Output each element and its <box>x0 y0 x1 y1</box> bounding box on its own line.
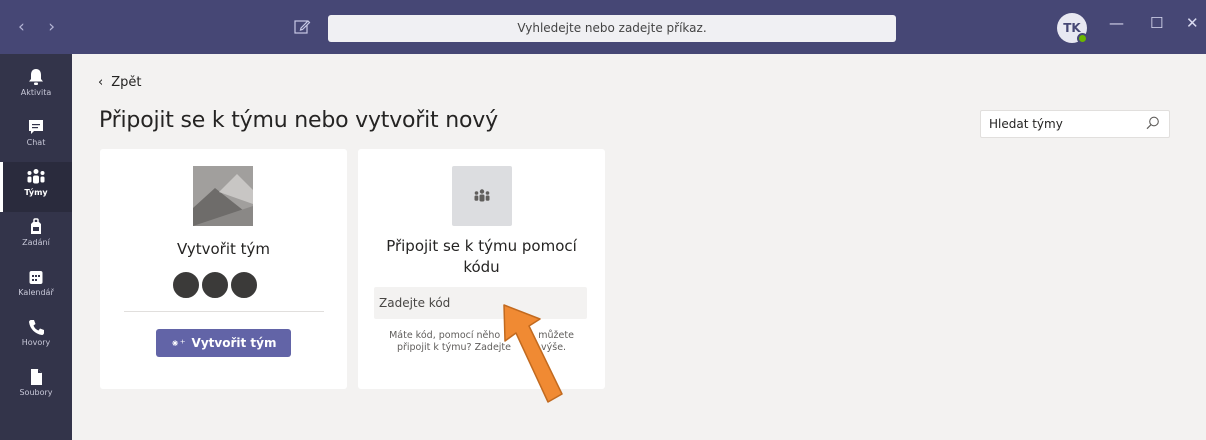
rail-label: Chat <box>26 138 46 147</box>
page-title: Připojit se k týmu nebo vytvořit nový <box>99 108 498 133</box>
phone-icon <box>29 320 44 335</box>
rail-item-assignments[interactable]: Zadání <box>0 212 72 262</box>
add-team-icon: ⁕⁺ <box>170 337 186 350</box>
forward-arrow-icon[interactable]: › <box>48 17 55 37</box>
create-team-button-label: Vytvořit tým <box>191 336 277 350</box>
calendar-icon <box>29 271 43 284</box>
create-team-button[interactable]: ⁕⁺ Vytvořit tým <box>156 329 291 357</box>
card-divider <box>124 311 324 312</box>
files-icon <box>31 369 42 385</box>
join-team-title: Připojit se k týmu pomocí kódu <box>358 236 605 278</box>
command-search-input[interactable]: Vyhledejte nebo zadejte příkaz. <box>328 15 896 42</box>
member-avatar <box>171 270 201 300</box>
chat-icon <box>29 120 43 134</box>
join-code-image <box>452 166 512 226</box>
back-label: Zpět <box>111 75 142 90</box>
rail-item-calendar[interactable]: Kalendář <box>0 262 72 312</box>
join-title-line1: Připojit se k týmu pomocí <box>386 237 577 255</box>
app-rail: Aktivita Chat Týmy Zadání Kalendář Hovor… <box>0 54 72 440</box>
assignments-icon <box>31 218 41 234</box>
avatar-initials: TK <box>1063 21 1081 35</box>
rail-label: Hovory <box>21 338 51 347</box>
bell-icon <box>29 69 43 85</box>
rail-item-calls[interactable]: Hovory <box>0 312 72 362</box>
teams-icon <box>474 189 490 202</box>
rail-item-teams[interactable]: Týmy <box>0 162 72 212</box>
member-avatars <box>171 270 281 300</box>
rail-label: Kalendář <box>18 288 54 297</box>
member-avatar <box>229 270 259 300</box>
hint-part-1: Máte kód, pomocí něho <box>389 330 501 341</box>
rail-item-chat[interactable]: Chat <box>0 112 72 162</box>
rail-label: Týmy <box>24 188 48 197</box>
join-title-line2: kódu <box>463 258 500 276</box>
presence-status-icon <box>1077 33 1088 44</box>
image-placeholder-icon <box>193 166 253 226</box>
compose-icon[interactable] <box>292 17 312 37</box>
rail-item-activity[interactable]: Aktivita <box>0 62 72 112</box>
minimize-button[interactable]: — <box>1109 14 1124 32</box>
back-link[interactable]: ‹ Zpět <box>98 75 141 90</box>
user-avatar[interactable]: TK <box>1057 13 1088 44</box>
team-search-input[interactable]: Hledat týmy <box>980 110 1170 138</box>
history-nav: ‹ › <box>18 17 73 37</box>
create-team-title: Vytvořit tým <box>176 240 271 258</box>
rail-label: Soubory <box>19 388 53 397</box>
title-bar: ‹ › Vyhledejte nebo zadejte příkaz. TK —… <box>0 0 1206 54</box>
rail-item-files[interactable]: Soubory <box>0 362 72 412</box>
teams-icon <box>27 169 45 184</box>
search-icon[interactable] <box>1146 116 1160 130</box>
back-arrow-icon[interactable]: ‹ <box>18 17 25 37</box>
rail-label: Aktivita <box>20 88 52 97</box>
close-button[interactable]: ✕ <box>1186 14 1199 32</box>
member-avatar <box>200 270 230 300</box>
maximize-button[interactable]: ☐ <box>1150 14 1163 32</box>
rail-label: Zadání <box>22 238 50 247</box>
annotation-arrow-icon <box>503 304 563 403</box>
chevron-left-icon: ‹ <box>98 75 104 90</box>
create-team-card: Vytvořit tým ⁕⁺ Vytvořit tým <box>100 149 347 389</box>
